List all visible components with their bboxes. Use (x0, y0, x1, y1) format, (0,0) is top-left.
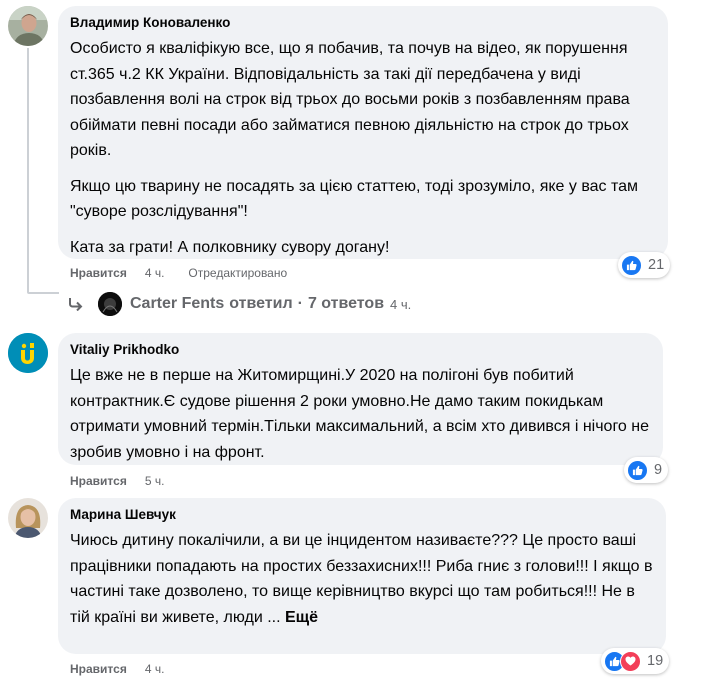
reaction-count: 21 (648, 257, 665, 273)
reply-arrow-icon (69, 298, 83, 311)
reply-count[interactable]: 7 ответов (308, 295, 384, 313)
like-reaction-icon (627, 459, 648, 481)
comment-actions: Нравится 4 ч. (70, 661, 164, 677)
comment-bubble: Марина Шевчук Чиюсь дитину покалічили, а… (58, 498, 666, 654)
letter-u-avatar-icon (8, 333, 48, 373)
edited-label: Отредактировано (188, 266, 288, 280)
comment-text-body: Чиюсь дитину покалічили, а ви це інциден… (70, 532, 653, 626)
like-button[interactable]: Нравится (70, 661, 127, 677)
replier-name[interactable]: Carter Fents (130, 295, 224, 313)
user-photo-avatar-icon (8, 498, 48, 538)
user-photo-avatar-icon (8, 6, 48, 46)
comment-text: Якщо цю тварину не посадять за цією стат… (70, 177, 639, 221)
comment-timestamp[interactable]: 4 ч. (145, 661, 165, 677)
like-button[interactable]: Нравится (70, 473, 127, 489)
reaction-count: 9 (654, 462, 663, 478)
reply-separator: · (297, 295, 303, 312)
comment-bubble: Vitaliy Prikhodko Це вже не в перше на Ж… (58, 333, 663, 465)
thread-line (27, 48, 29, 292)
comment-timestamp[interactable]: 4 ч. (145, 265, 165, 281)
like-button[interactable]: Нравится (70, 265, 127, 281)
like-reaction-icon (621, 254, 642, 276)
comment-actions: Нравится 4 ч. Отредактировано (70, 265, 287, 281)
vitaliy-avatar[interactable] (8, 333, 48, 373)
replier-avatar (98, 292, 122, 316)
view-replies-link[interactable]: Carter Fents ответил · 7 ответов 4 ч. (68, 292, 411, 316)
maryna-avatar[interactable] (8, 498, 48, 538)
reaction-summary[interactable]: 19 (601, 648, 670, 674)
comment-author[interactable]: Владимир Коноваленко (70, 14, 656, 32)
comment-text: Особисто я кваліфікую все, що я побачив,… (70, 40, 630, 159)
reply-verb: ответил (229, 295, 293, 312)
see-more-link[interactable]: Ещё (285, 609, 318, 626)
thread-line (27, 292, 59, 294)
reaction-summary[interactable]: 9 (624, 457, 669, 483)
comment-bubble: Владимир Коноваленко Особисто я кваліфік… (58, 6, 668, 259)
reaction-summary[interactable]: 21 (618, 252, 671, 278)
vladimir-avatar[interactable] (8, 6, 48, 46)
comment-timestamp[interactable]: 5 ч. (145, 473, 165, 489)
comment-actions: Нравится 5 ч. (70, 473, 164, 489)
reply-time: 4 ч. (390, 296, 412, 312)
comment-text: Чиюсь дитину покалічили, а ви це інциден… (70, 528, 654, 630)
love-reaction-icon (620, 650, 641, 672)
reaction-count: 19 (647, 653, 664, 669)
comment-text: Ката за грати! А полковнику сувору доган… (70, 238, 390, 256)
comment-author[interactable]: Vitaliy Prikhodko (70, 341, 651, 359)
comment-author[interactable]: Марина Шевчук (70, 506, 654, 524)
replier-photo-icon (98, 292, 122, 316)
comment-text: Це вже не в перше на Житомирщині.У 2020 … (70, 367, 649, 461)
